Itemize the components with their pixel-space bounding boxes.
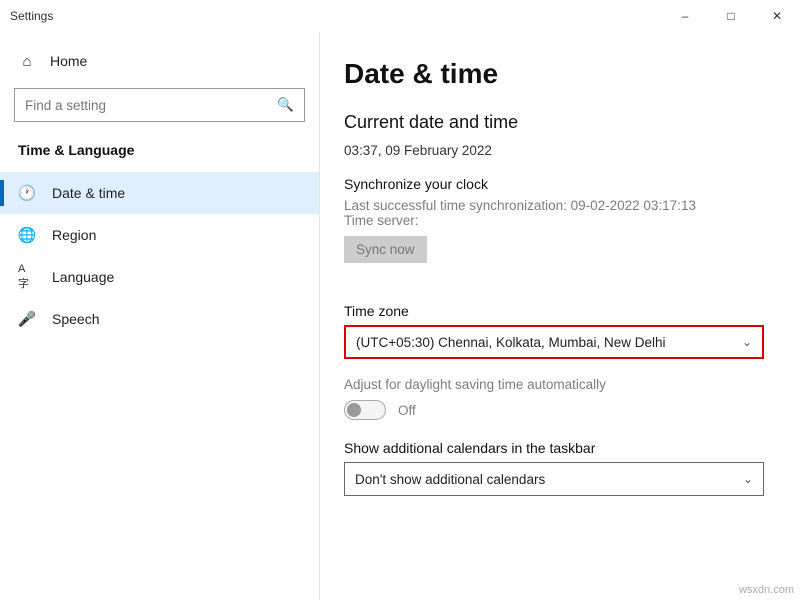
nav-home-label: Home bbox=[50, 53, 87, 69]
sidebar-item-label: Language bbox=[52, 269, 114, 285]
sidebar-item-region[interactable]: 🌐 Region bbox=[0, 214, 319, 256]
sync-server-line: Time server: bbox=[344, 213, 776, 228]
search-icon: 🔍 bbox=[277, 97, 294, 113]
sidebar-section-title: Time & Language bbox=[0, 136, 319, 172]
microphone-icon: 🎤 bbox=[18, 310, 36, 328]
sidebar: ⌂ Home Find a setting 🔍 Time & Language … bbox=[0, 32, 320, 600]
sync-now-button[interactable]: Sync now bbox=[344, 236, 427, 263]
sidebar-item-speech[interactable]: 🎤 Speech bbox=[0, 298, 319, 340]
page-title: Date & time bbox=[344, 58, 776, 90]
timezone-label: Time zone bbox=[344, 303, 776, 319]
minimize-button[interactable]: – bbox=[662, 0, 708, 32]
close-button[interactable]: ✕ bbox=[754, 0, 800, 32]
dst-toggle[interactable] bbox=[344, 400, 386, 420]
globe-icon: 🌐 bbox=[18, 226, 36, 244]
search-placeholder: Find a setting bbox=[25, 98, 277, 113]
main-content: Date & time Current date and time 03:37,… bbox=[320, 32, 800, 600]
sync-heading: Synchronize your clock bbox=[344, 176, 776, 192]
chevron-down-icon: ⌄ bbox=[742, 335, 752, 349]
sidebar-item-label: Speech bbox=[52, 311, 99, 327]
window-title: Settings bbox=[10, 9, 53, 23]
home-icon: ⌂ bbox=[18, 52, 36, 70]
window-controls: – □ ✕ bbox=[662, 0, 800, 32]
sync-last-line: Last successful time synchronization: 09… bbox=[344, 198, 776, 213]
timezone-dropdown[interactable]: (UTC+05:30) Chennai, Kolkata, Mumbai, Ne… bbox=[344, 325, 764, 359]
dst-state: Off bbox=[398, 403, 416, 418]
additional-calendars-value: Don't show additional calendars bbox=[355, 472, 545, 487]
clock-icon: 🕐 bbox=[18, 184, 36, 202]
search-input[interactable]: Find a setting 🔍 bbox=[14, 88, 305, 122]
current-datetime-heading: Current date and time bbox=[344, 112, 776, 133]
timezone-value: (UTC+05:30) Chennai, Kolkata, Mumbai, Ne… bbox=[356, 335, 666, 350]
sidebar-item-date-time[interactable]: 🕐 Date & time bbox=[0, 172, 319, 214]
chevron-down-icon: ⌄ bbox=[743, 472, 753, 486]
language-icon: A字 bbox=[18, 268, 36, 286]
sidebar-item-label: Region bbox=[52, 227, 96, 243]
sidebar-item-label: Date & time bbox=[52, 185, 125, 201]
nav-home[interactable]: ⌂ Home bbox=[0, 42, 319, 80]
additional-calendars-label: Show additional calendars in the taskbar bbox=[344, 440, 776, 456]
sidebar-item-language[interactable]: A字 Language bbox=[0, 256, 319, 298]
watermark: wsxdn.com bbox=[739, 584, 794, 596]
current-datetime-value: 03:37, 09 February 2022 bbox=[344, 143, 776, 158]
additional-calendars-dropdown[interactable]: Don't show additional calendars ⌄ bbox=[344, 462, 764, 496]
titlebar: Settings – □ ✕ bbox=[0, 0, 800, 32]
maximize-button[interactable]: □ bbox=[708, 0, 754, 32]
dst-label: Adjust for daylight saving time automati… bbox=[344, 377, 776, 392]
